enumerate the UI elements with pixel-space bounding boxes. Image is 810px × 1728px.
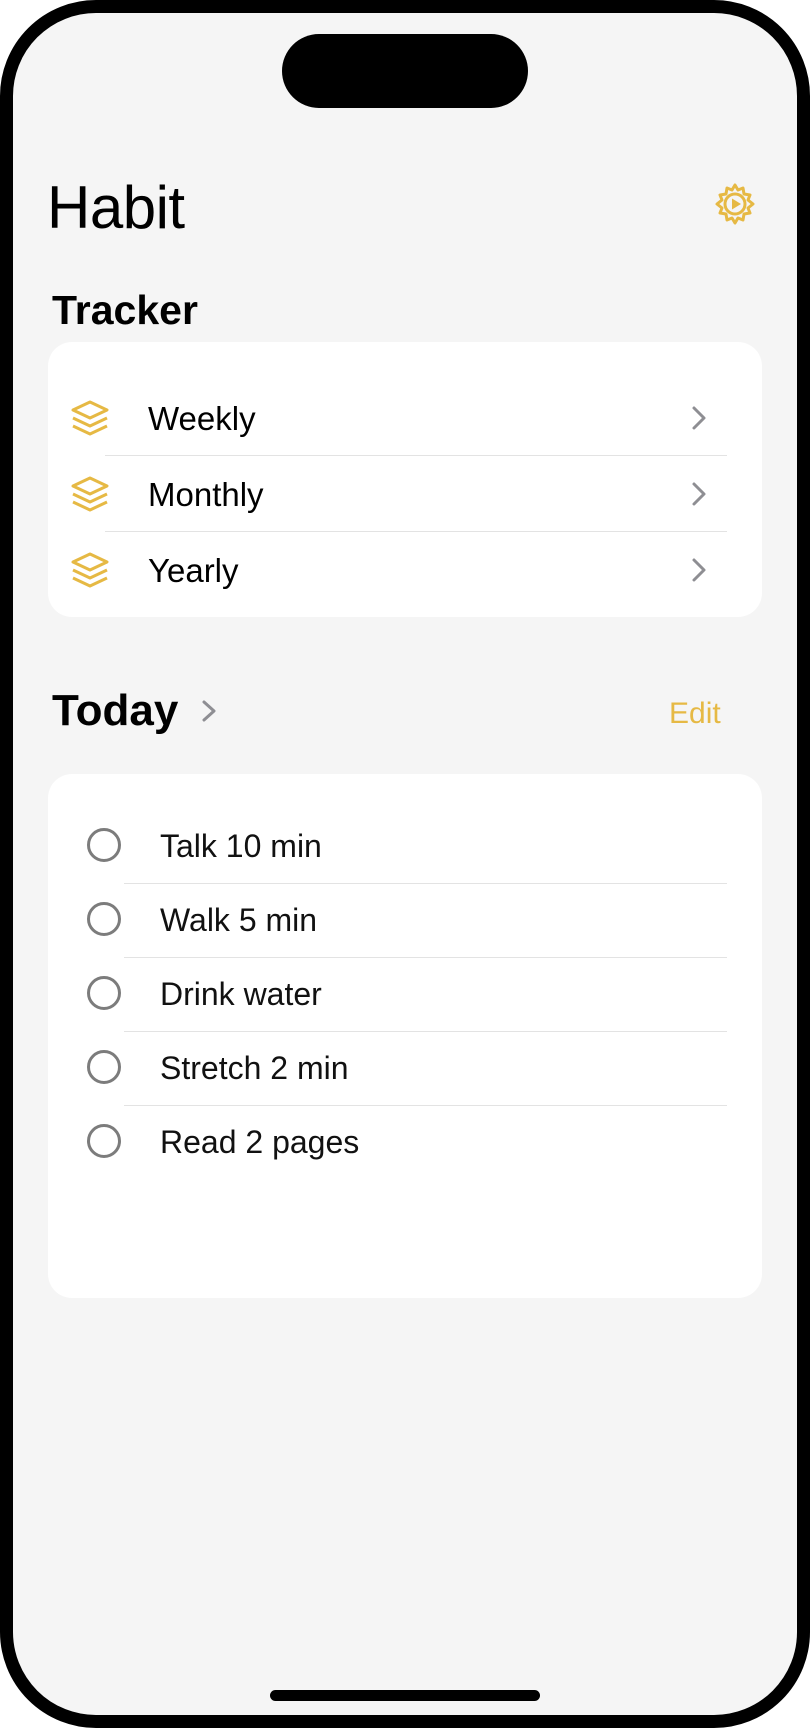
habit-row[interactable]: Talk 10 min bbox=[48, 810, 762, 884]
chevron-right-icon bbox=[202, 700, 216, 722]
settings-gear-icon[interactable] bbox=[712, 181, 758, 227]
dynamic-island bbox=[282, 34, 528, 108]
today-section-header[interactable]: Today bbox=[52, 689, 220, 733]
edit-button[interactable]: Edit bbox=[669, 699, 721, 729]
habit-checkbox[interactable] bbox=[87, 902, 121, 936]
app-title: Habit bbox=[47, 174, 185, 241]
layers-icon bbox=[71, 400, 109, 436]
habit-row[interactable]: Read 2 pages bbox=[48, 1106, 762, 1180]
tracker-item-label: Yearly bbox=[148, 552, 239, 589]
habit-checkbox[interactable] bbox=[87, 1050, 121, 1084]
habit-row[interactable]: Stretch 2 min bbox=[48, 1032, 762, 1106]
habit-checkbox[interactable] bbox=[87, 828, 121, 862]
tracker-section-title: Tracker bbox=[52, 287, 198, 333]
habit-label: Stretch 2 min bbox=[160, 1050, 349, 1086]
tracker-item-weekly[interactable]: Weekly bbox=[48, 380, 762, 456]
chevron-right-icon bbox=[692, 482, 706, 506]
habit-label: Talk 10 min bbox=[160, 828, 322, 864]
tracker-item-yearly[interactable]: Yearly bbox=[48, 532, 762, 608]
habit-label: Walk 5 min bbox=[160, 902, 318, 938]
home-indicator[interactable] bbox=[270, 1690, 540, 1701]
chevron-right-icon bbox=[692, 406, 706, 430]
chevron-right-icon bbox=[692, 558, 706, 582]
tracker-item-monthly[interactable]: Monthly bbox=[48, 456, 762, 532]
habit-label: Drink water bbox=[160, 976, 322, 1012]
tracker-item-label: Weekly bbox=[148, 400, 256, 437]
tracker-item-label: Monthly bbox=[148, 476, 264, 513]
layers-icon bbox=[71, 552, 109, 588]
habit-checkbox[interactable] bbox=[87, 976, 121, 1010]
today-section-title: Today bbox=[52, 686, 179, 735]
habit-row[interactable]: Walk 5 min bbox=[48, 884, 762, 958]
habit-checkbox[interactable] bbox=[87, 1124, 121, 1158]
habit-label: Read 2 pages bbox=[160, 1124, 360, 1160]
today-habits-card: Talk 10 min Walk 5 min Drink water Stret… bbox=[48, 774, 762, 1298]
layers-icon bbox=[71, 476, 109, 512]
phone-frame: Habit Tracker Weekly Monthly Yearly Toda… bbox=[0, 0, 810, 1728]
habit-row[interactable]: Drink water bbox=[48, 958, 762, 1032]
tracker-card: Weekly Monthly Yearly bbox=[48, 342, 762, 617]
